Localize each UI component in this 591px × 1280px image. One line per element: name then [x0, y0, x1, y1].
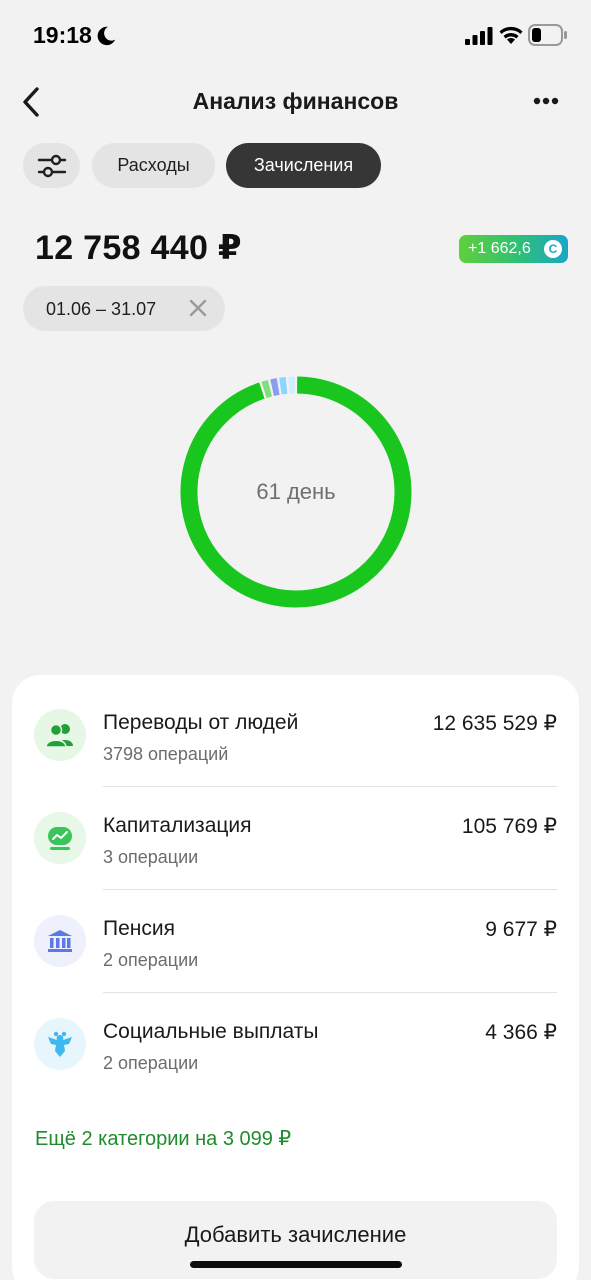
bonus-value: +1 662,6: [468, 240, 531, 257]
category-name: Социальные выплаты: [103, 1020, 319, 1043]
tab-income[interactable]: Зачисления: [226, 143, 381, 188]
category-operations-count: 2 операции: [103, 1053, 199, 1073]
donut-chart: 61 день: [180, 376, 412, 608]
wifi-icon: [499, 26, 523, 44]
category-operations-count: 3 операции: [103, 847, 199, 867]
sliders-icon: [37, 154, 66, 177]
category-row[interactable]: Переводы от людей 3798 операций 12 635 529…: [12, 675, 579, 787]
moon-icon: [97, 26, 116, 46]
more-dots-icon: [533, 97, 559, 105]
bonus-badge[interactable]: +1 662,6 C: [459, 235, 568, 263]
category-operations-count: 3798 операций: [103, 744, 229, 764]
date-range-chip[interactable]: 01.06 – 31.07: [23, 286, 225, 331]
eagle-emblem-icon: [34, 1018, 86, 1070]
category-row[interactable]: Капитализация 3 операции 105 769 ₽: [12, 778, 579, 890]
page-title: Анализ финансов: [192, 88, 399, 114]
sber-spasibo-icon: C: [544, 240, 562, 258]
tab-expenses[interactable]: Расходы: [92, 143, 215, 188]
more-options-button[interactable]: [526, 88, 566, 114]
close-icon[interactable]: [187, 297, 209, 319]
header: Анализ финансов: [0, 72, 591, 130]
status-time: 19:18: [33, 22, 92, 48]
category-amount: 12 635 529 ₽: [432, 712, 557, 735]
category-amount: 4 366 ₽: [485, 1021, 557, 1044]
status-bar: 19:18: [0, 0, 591, 70]
more-categories-link[interactable]: Ещё 2 категории на 3 099 ₽: [35, 1126, 291, 1151]
bank-building-icon: [34, 915, 86, 967]
filter-settings-button[interactable]: [23, 143, 80, 188]
date-range-text: 01.06 – 31.07: [46, 299, 157, 319]
home-indicator: [190, 1261, 402, 1268]
category-amount: 105 769 ₽: [461, 815, 557, 838]
donut-center-label: 61 день: [256, 479, 336, 504]
battery-icon: [528, 24, 567, 46]
category-amount: 9 677 ₽: [485, 918, 557, 941]
cellular-signal-icon: [465, 27, 493, 45]
categories-card: Переводы от людей 3798 операций 12 635 529…: [12, 675, 579, 1280]
category-operations-count: 2 операции: [103, 950, 199, 970]
people-icon: [34, 709, 86, 761]
category-name: Капитализация: [103, 814, 252, 837]
category-row[interactable]: Пенсия 2 операции 9 677 ₽: [12, 881, 579, 993]
growth-chart-icon: [34, 812, 86, 864]
category-row[interactable]: Социальные выплаты 2 операции 4 366 ₽: [12, 984, 579, 1087]
category-name: Пенсия: [103, 917, 175, 940]
category-name: Переводы от людей: [103, 711, 299, 734]
total-amount: 12 758 440 ₽: [35, 229, 242, 267]
